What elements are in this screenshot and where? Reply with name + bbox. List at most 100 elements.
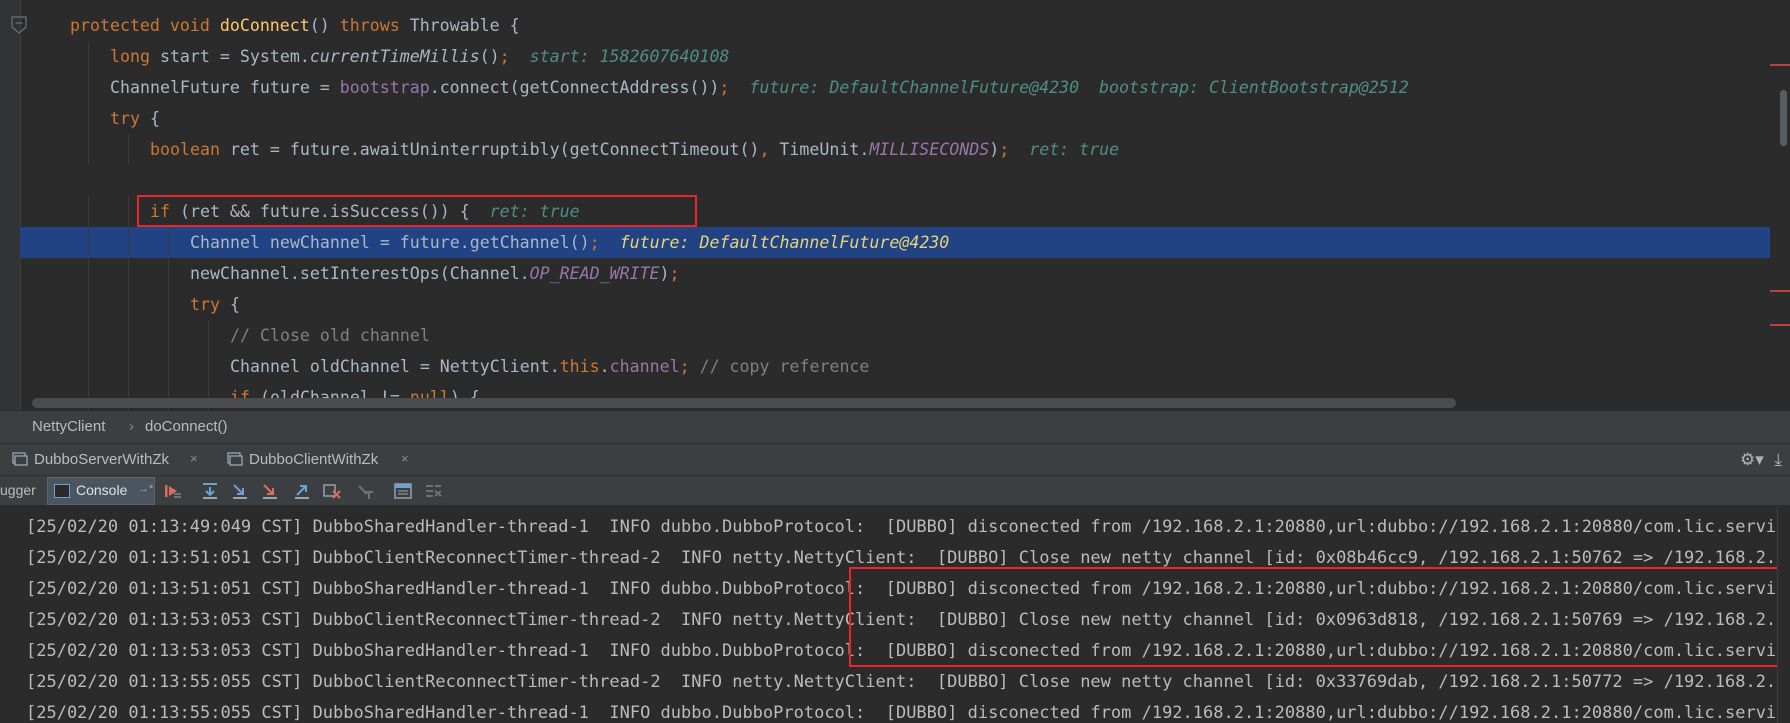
code-token: ;: [999, 140, 1010, 159]
annotation-highlight-box: [849, 567, 1781, 667]
error-stripe-mark[interactable]: [1770, 64, 1790, 66]
indent-guide: [128, 134, 129, 165]
code-token: MILLISECONDS: [869, 140, 990, 159]
inline-debug-value: ret: true: [1009, 140, 1120, 159]
run-tab-label: DubboClientWithZk: [249, 451, 379, 468]
indent-guide: [128, 196, 129, 227]
breadcrumb-item-class[interactable]: NettyClient: [32, 418, 105, 435]
code-editor[interactable]: protected void doConnect() throws Throwa…: [0, 0, 1790, 410]
trace-stream-icon[interactable]: [424, 482, 444, 500]
code-token: .: [599, 357, 610, 376]
console-log-line[interactable]: [25/02/20 01:13:55:055 CST] DubboSharedH…: [26, 698, 1790, 723]
breadcrumb: NettyClient › doConnect(): [0, 410, 1790, 443]
drop-frame-icon[interactable]: [322, 482, 342, 500]
code-token: // copy reference: [699, 357, 870, 376]
step-over-icon[interactable]: [200, 482, 220, 500]
run-tab-client[interactable]: DubboClientWithZk ×: [225, 444, 420, 475]
code-text: protected void doConnect() throws Throwa…: [70, 10, 520, 41]
error-stripe-mark[interactable]: [1770, 290, 1790, 292]
code-line[interactable]: try {: [20, 289, 1770, 320]
code-token: start = System.: [159, 47, 310, 66]
pin-icon[interactable]: →*: [138, 483, 153, 495]
step-out-icon[interactable]: [292, 482, 312, 500]
evaluate-expression-icon[interactable]: [393, 482, 413, 500]
code-line[interactable]: // Close old channel: [20, 320, 1770, 351]
inline-debug-value: future: DefaultChannelFuture@4230: [599, 233, 950, 252]
error-stripe-mark[interactable]: [1770, 324, 1790, 326]
code-text: newChannel.setInterestOps(Channel.OP_REA…: [190, 258, 680, 289]
tab-debugger[interactable]: ugger: [0, 482, 36, 498]
indent-guide: [128, 227, 129, 258]
hide-panel-icon[interactable]: ⤓: [1774, 450, 1782, 469]
code-token: try: [190, 295, 230, 314]
indent-guide: [208, 351, 209, 382]
code-token: {: [149, 109, 160, 128]
code-line[interactable]: boolean ret = future.awaitUninterruptibl…: [20, 134, 1770, 165]
indent-guide: [128, 320, 129, 351]
code-text: // Close old channel: [230, 320, 430, 351]
inline-debug-value: future: DefaultChannelFuture@4230 bootst…: [729, 78, 1409, 97]
indent-guide: [168, 258, 169, 289]
annotation-highlight-box: [137, 195, 697, 227]
step-into-icon[interactable]: [230, 482, 250, 500]
code-token: long: [110, 47, 160, 66]
show-execution-point-icon[interactable]: [162, 482, 182, 500]
close-icon[interactable]: ×: [190, 451, 198, 466]
console-tab-label: Console: [76, 482, 128, 498]
indent-guide: [128, 351, 129, 382]
code-token: ;: [679, 357, 700, 376]
run-tab-server[interactable]: DubboServerWithZk ×: [10, 444, 210, 475]
code-token: ret = future.awaitUninterruptibly(getCon…: [229, 140, 760, 159]
indent-guide: [88, 41, 89, 72]
indent-guide: [88, 320, 89, 351]
code-token: .connect(getConnectAddress()): [429, 78, 720, 97]
indent-guide: [88, 72, 89, 103]
indent-guide: [208, 320, 209, 351]
code-token: channel: [609, 357, 680, 376]
indent-guide: [168, 227, 169, 258]
close-icon[interactable]: ×: [401, 451, 409, 466]
gear-icon[interactable]: ⚙▾: [1740, 450, 1764, 469]
code-token: {: [229, 295, 240, 314]
indent-guide: [168, 289, 169, 320]
current-execution-line[interactable]: Channel newChannel = future.getChannel()…: [20, 227, 1770, 258]
code-line[interactable]: long start = System.currentTimeMillis();…: [20, 41, 1770, 72]
vertical-scrollbar[interactable]: [1770, 0, 1790, 410]
console-log-line[interactable]: [25/02/20 01:13:55:055 CST] DubboClientR…: [26, 667, 1790, 698]
code-token: try: [110, 109, 150, 128]
indent-guide: [88, 351, 89, 382]
code-token: (): [479, 47, 500, 66]
code-token: OP_READ_WRITE: [529, 264, 660, 283]
code-token: ): [989, 140, 1000, 159]
code-token: protected void: [70, 16, 220, 35]
run-tab-label: DubboServerWithZk: [34, 451, 170, 468]
code-token: Throwable {: [409, 16, 520, 35]
console-log-line[interactable]: [25/02/20 01:13:49:049 CST] DubboSharedH…: [26, 512, 1790, 543]
inline-debug-value: start: 1582607640108: [509, 47, 730, 66]
code-line[interactable]: Channel oldChannel = NettyClient.this.ch…: [20, 351, 1770, 382]
tab-console[interactable]: Console →*: [47, 477, 155, 505]
code-text: Channel newChannel = future.getChannel()…: [190, 227, 949, 258]
code-line[interactable]: ChannelFuture future = bootstrap.connect…: [20, 72, 1770, 103]
code-line[interactable]: [20, 165, 1770, 196]
indent-guide: [168, 320, 169, 351]
code-token: ,: [759, 140, 780, 159]
code-token: boolean: [150, 140, 230, 159]
run-config-icon: [227, 452, 243, 466]
code-text: long start = System.currentTimeMillis();…: [110, 41, 729, 72]
breadcrumb-item-method[interactable]: doConnect(): [145, 418, 228, 435]
code-token: // Close old channel: [230, 326, 430, 345]
code-line[interactable]: newChannel.setInterestOps(Channel.OP_REA…: [20, 258, 1770, 289]
code-token: ;: [499, 47, 510, 66]
editor-gutter[interactable]: [0, 0, 27, 410]
code-token: ;: [669, 264, 680, 283]
console-vertical-scrollbar[interactable]: [1777, 506, 1790, 723]
force-step-into-icon[interactable]: [260, 482, 280, 500]
debug-toolbar: ugger Console →*: [0, 475, 1790, 506]
vertical-scrollbar-thumb[interactable]: [1780, 90, 1787, 146]
code-line[interactable]: try {: [20, 103, 1770, 134]
horizontal-scrollbar[interactable]: [32, 398, 1456, 408]
code-token: Channel newChannel = future.getChannel(): [190, 233, 590, 252]
run-to-cursor-icon[interactable]: [356, 482, 376, 500]
code-line[interactable]: protected void doConnect() throws Throwa…: [20, 10, 1770, 41]
